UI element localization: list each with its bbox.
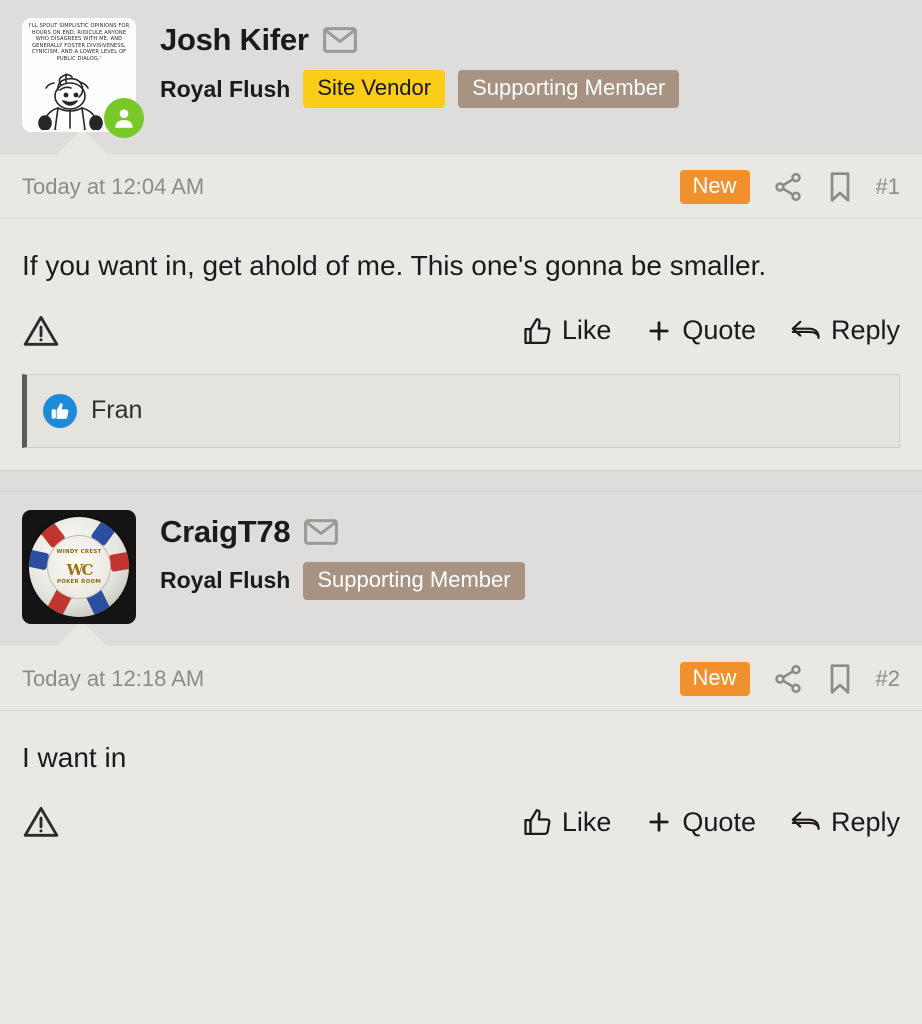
username[interactable]: Josh Kifer <box>160 22 309 58</box>
post-separator <box>0 469 922 492</box>
share-icon[interactable] <box>772 663 804 695</box>
quote-label: Quote <box>682 315 756 346</box>
post-meta-actions: New #1 <box>679 170 900 204</box>
chip-bottom-text: POKER ROOM <box>56 578 102 585</box>
user-badge-supporting-member[interactable]: Supporting Member <box>458 70 680 108</box>
user-badges-row: Royal Flush Supporting Member <box>160 561 525 600</box>
reply-label: Reply <box>830 315 900 346</box>
post-body: If you want in, get ahold of me. This on… <box>22 250 767 281</box>
new-badge: New <box>679 170 750 204</box>
warning-triangle-icon[interactable] <box>22 312 60 350</box>
envelope-icon[interactable] <box>322 27 357 53</box>
quote-label: Quote <box>682 806 756 837</box>
thread-post-list: I'll spout simplistic opinions for hours… <box>0 0 922 860</box>
user-title: Royal Flush <box>160 567 291 594</box>
reply-button[interactable]: Reply <box>790 315 900 346</box>
avatar[interactable]: WINDY CREST WC POKER ROOM <box>22 509 136 624</box>
post-body: I want in <box>22 741 127 773</box>
header-notch <box>56 129 108 155</box>
reply-arrow-icon <box>791 320 820 339</box>
reply-arrow-icon <box>791 811 820 831</box>
post-date[interactable]: Today at 12:18 AM <box>22 666 204 692</box>
quote-button[interactable]: Quote <box>645 315 756 346</box>
user-badge-site-vendor[interactable]: Site Vendor <box>303 70 446 108</box>
post-actions-row: Like Quote Reply <box>0 292 922 368</box>
like-label: Like <box>561 806 612 837</box>
chip-monogram: WC <box>66 560 94 579</box>
username-row: Josh Kifer <box>160 22 679 58</box>
post-likes-section: Fran <box>0 368 922 470</box>
likes-names[interactable]: Fran <box>91 396 142 425</box>
plus-icon <box>649 812 669 832</box>
post-meta-row: Today at 12:18 AM New #2 <box>0 646 922 711</box>
new-badge: New <box>679 661 750 696</box>
user-title: Royal Flush <box>160 75 291 102</box>
post-number[interactable]: #1 <box>876 174 900 200</box>
post-number[interactable]: #2 <box>876 666 900 692</box>
username-row: CraigT78 <box>160 514 525 550</box>
bookmark-icon[interactable] <box>826 663 854 695</box>
post-meta-row: Today at 12:04 AM New #1 <box>0 154 922 219</box>
person-icon <box>115 109 133 128</box>
online-status-indicator <box>104 98 144 138</box>
bookmark-icon[interactable] <box>826 171 854 203</box>
share-icon[interactable] <box>772 171 804 203</box>
like-label: Like <box>561 315 612 346</box>
reply-button[interactable]: Reply <box>790 807 900 838</box>
header-notch <box>56 620 108 647</box>
post-header: WINDY CREST WC POKER ROOM CraigT78 Royal… <box>0 491 922 647</box>
post-date[interactable]: Today at 12:04 AM <box>22 174 204 200</box>
post-action-buttons: Like Quote Reply <box>523 807 900 838</box>
post-1: I'll spout simplistic opinions for hours… <box>0 0 922 470</box>
reply-label: Reply <box>830 806 900 837</box>
user-info: Josh Kifer Royal Flush Site Vendor Suppo… <box>160 18 680 108</box>
user-badge-supporting-member[interactable]: Supporting Member <box>303 561 525 600</box>
post-header: I'll spout simplistic opinions for hours… <box>0 0 922 155</box>
avatar-wrapper[interactable]: WINDY CREST WC POKER ROOM <box>22 509 136 624</box>
poker-chip-graphic: WINDY CREST WC POKER ROOM <box>29 516 129 617</box>
likes-bar: Fran <box>22 373 900 448</box>
user-info: CraigT78 Royal Flush Supporting Member <box>160 510 525 600</box>
envelope-icon[interactable] <box>304 518 339 545</box>
username[interactable]: CraigT78 <box>160 514 291 550</box>
quote-button[interactable]: Quote <box>645 807 756 838</box>
chip-top-text: WINDY CREST <box>56 548 102 555</box>
thumbs-up-icon <box>43 393 77 428</box>
avatar-caption-text: I'll spout simplistic opinions for hours… <box>28 23 130 62</box>
like-button[interactable]: Like <box>523 315 612 346</box>
post-meta-actions: New #2 <box>679 661 900 696</box>
user-badges-row: Royal Flush Site Vendor Supporting Membe… <box>160 70 680 108</box>
post-actions-row: Like Quote Reply <box>0 783 922 859</box>
warning-triangle-icon[interactable] <box>22 803 60 841</box>
post-action-buttons: Like Quote Reply <box>523 315 900 346</box>
like-button[interactable]: Like <box>523 806 612 838</box>
plus-icon <box>649 320 669 341</box>
avatar-wrapper[interactable]: I'll spout simplistic opinions for hours… <box>22 18 144 138</box>
post-2: WINDY CREST WC POKER ROOM CraigT78 Royal… <box>0 491 922 860</box>
